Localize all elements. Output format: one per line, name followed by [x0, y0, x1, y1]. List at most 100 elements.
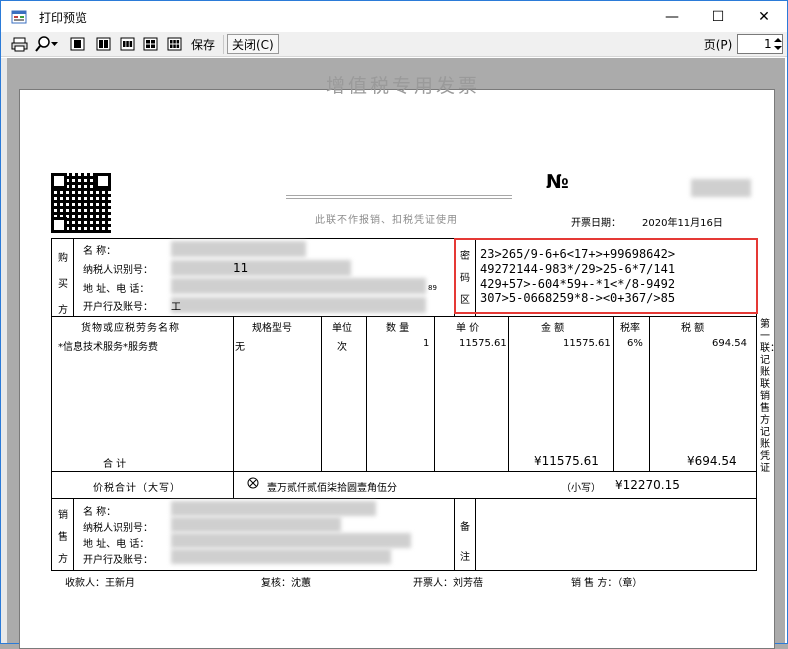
circle-x-icon — [247, 477, 259, 489]
seller-name-label: 名 称： — [83, 507, 117, 518]
date-value: 2020年11月16日 — [642, 218, 723, 229]
seller-side-label: 销售方 — [58, 510, 68, 565]
qr-finder — [95, 173, 111, 189]
printer-icon — [11, 37, 27, 51]
redacted-seller-taxid — [171, 517, 341, 532]
print-button[interactable] — [9, 34, 29, 54]
cipher-line: 23>265/9-6+6<17+>+99698642> — [480, 247, 676, 261]
grid-line — [366, 316, 367, 472]
grid-line — [51, 316, 757, 317]
one-page-button[interactable] — [67, 34, 87, 54]
grid-line — [233, 471, 234, 499]
redacted-buyer-bank — [171, 297, 426, 313]
grid-line — [73, 238, 74, 316]
qr-finder — [51, 173, 67, 189]
four-pages-icon — [143, 37, 157, 51]
grid-line — [321, 316, 322, 472]
sum-words: 壹万贰仟贰佰柒拾圆壹角伍分 — [267, 483, 397, 494]
minimize-icon: — — [665, 8, 679, 25]
total-label: 合 计 — [103, 459, 127, 470]
title-bar: 打印预览 — ☐ ✕ — [1, 1, 787, 32]
redacted-buyer-taxid — [171, 260, 351, 276]
invoice-title: 增值税专用发票 — [326, 75, 481, 97]
page-number-spinner[interactable]: 1 — [737, 34, 783, 54]
invoice-subtitle: 此联不作报销、扣税凭证使用 — [315, 215, 458, 226]
row-tax: 694.54 — [712, 338, 747, 349]
redacted-buyer-name — [171, 241, 306, 257]
qr-finder — [51, 217, 67, 233]
cipher-line: 49272144-983*/29>25-6*7/141 — [480, 262, 676, 276]
spinner-arrows-icon[interactable] — [774, 37, 782, 51]
header-amount: 金 额 — [541, 323, 565, 334]
grid-line — [508, 316, 509, 472]
grid-line — [51, 238, 52, 571]
redacted-invoice-number — [691, 179, 751, 197]
maximize-icon: ☐ — [711, 8, 725, 25]
save-button[interactable]: 保存 — [189, 34, 217, 54]
date-label: 开票日期： — [571, 218, 621, 229]
cipher-line: 429+57>-604*59+-*1<*/8-9492 — [480, 277, 676, 291]
cipher-line: 307>5-0668259*8-><0+367/>85 — [480, 291, 676, 305]
seller-bank-label: 开户行及账号： — [83, 555, 153, 566]
window-title: 打印预览 — [39, 11, 88, 25]
reviewer: 复核：沈蕙 — [261, 578, 311, 589]
grid-line — [51, 498, 757, 499]
three-pages-button[interactable] — [117, 34, 137, 54]
dropdown-arrow-icon — [50, 42, 58, 46]
issuer: 开票人：刘芳蓓 — [413, 578, 483, 589]
seller-taxid-label: 纳税人识别号： — [83, 523, 153, 534]
buyer-taxid-partial: 11 — [233, 261, 249, 275]
toolbar-separator — [223, 35, 224, 54]
redacted-seller-name — [171, 501, 376, 516]
three-pages-icon — [120, 37, 134, 51]
page-label: 页(P) — [703, 37, 733, 52]
two-pages-button[interactable] — [93, 34, 113, 54]
six-pages-icon — [167, 37, 181, 51]
redacted-buyer-address — [171, 278, 426, 294]
grid-line — [73, 498, 74, 570]
side-note: 第一联：记账联 销售方记账凭证 — [760, 319, 780, 474]
row-qty: 1 — [423, 338, 430, 349]
buyer-name-label: 名 称： — [83, 246, 117, 257]
buyer-side-label: 购买方 — [58, 253, 68, 316]
redacted-seller-address — [171, 533, 411, 548]
header-rate: 税率 — [620, 323, 640, 334]
remark-label: 备注 — [460, 522, 470, 563]
sum-label: 价税合计（大写） — [93, 483, 181, 494]
close-icon: ✕ — [758, 8, 770, 25]
buyer-bank-partial: 工 — [171, 302, 181, 313]
header-item: 货物或应税劳务名称 — [81, 323, 180, 334]
grid-line — [613, 316, 614, 472]
redacted-seller-bank — [171, 549, 391, 564]
close-window-button[interactable]: ✕ — [741, 1, 787, 32]
toolbar: 保存 关闭(C) 页(P) — [1, 32, 787, 57]
maximize-button[interactable]: ☐ — [695, 1, 741, 32]
two-pages-icon — [96, 37, 110, 51]
grid-line — [51, 471, 757, 472]
row-unit: 次 — [337, 342, 347, 353]
app-icon — [11, 10, 27, 24]
row-amount: 11575.61 — [563, 338, 611, 349]
buyer-bank-label: 开户行及账号： — [83, 302, 153, 313]
payee: 收款人：王新月 — [65, 578, 135, 589]
four-pages-button[interactable] — [140, 34, 160, 54]
row-spec: 无 — [235, 342, 245, 353]
six-pages-button[interactable] — [164, 34, 184, 54]
zoom-button[interactable] — [31, 34, 61, 54]
row-price: 11575.61 — [459, 338, 507, 349]
print-preview-window: 打印预览 — ☐ ✕ 保存 关闭(C) 页(P) 1 增值税专用发票 此联不作报… — [0, 0, 788, 649]
total-amount: ¥11575.61 — [534, 454, 599, 468]
grid-line — [649, 316, 650, 472]
close-preview-button[interactable]: 关闭(C) — [227, 34, 279, 54]
grid-line — [434, 316, 435, 472]
one-page-icon — [70, 37, 84, 51]
grid-line — [51, 570, 757, 571]
total-tax: ¥694.54 — [687, 454, 737, 468]
header-unit: 单位 — [332, 323, 352, 334]
header-qty: 数 量 — [386, 323, 410, 334]
title-rule — [286, 195, 512, 196]
grid-line — [233, 316, 234, 472]
page-number-value: 1 — [764, 37, 772, 51]
minimize-button[interactable]: — — [649, 1, 695, 32]
grid-line — [454, 498, 455, 570]
